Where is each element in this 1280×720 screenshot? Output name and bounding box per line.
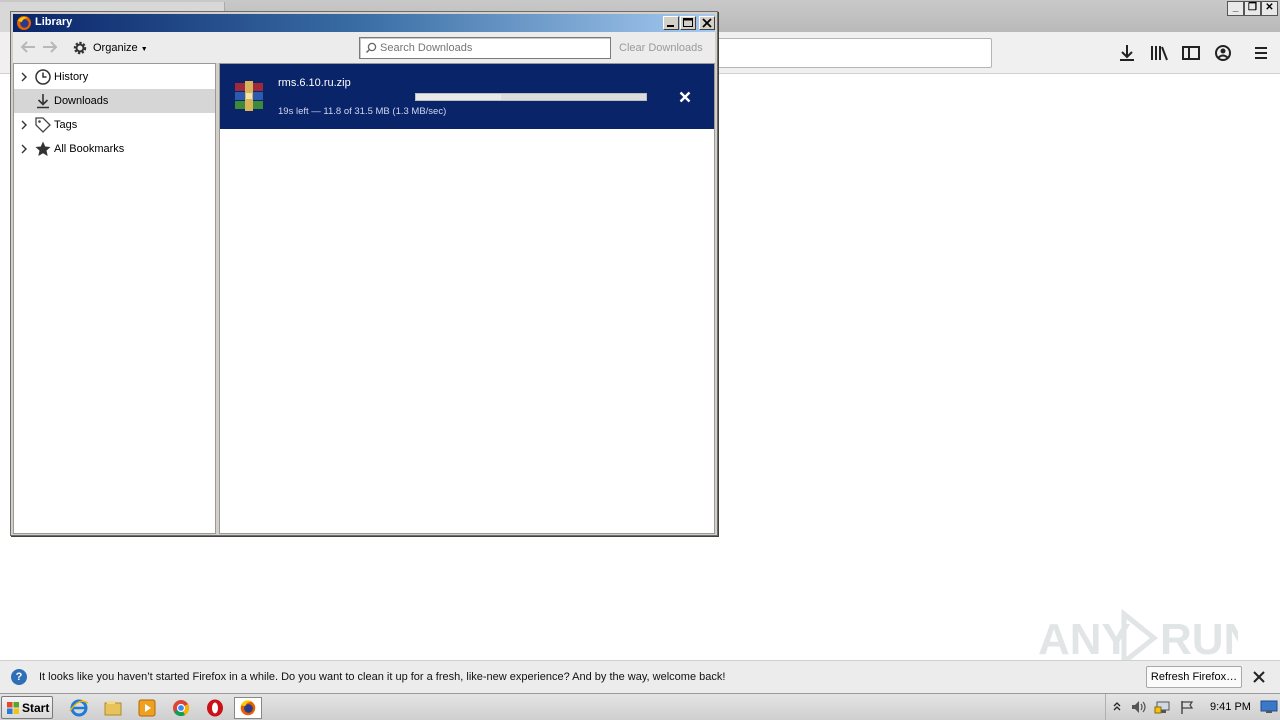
firefox-taskbar-icon (240, 700, 256, 716)
library-maximize-button[interactable] (680, 16, 696, 30)
close-icon[interactable] (1251, 669, 1267, 685)
action-center-flag-icon[interactable] (1178, 699, 1196, 715)
cancel-download-icon[interactable] (678, 90, 692, 104)
clear-downloads-button[interactable]: Clear Downloads (619, 42, 703, 54)
library-title: Library (35, 16, 73, 28)
firefox-close-button[interactable]: ✕ (1261, 1, 1278, 16)
library-close-button[interactable] (699, 16, 715, 30)
start-button[interactable]: Start (1, 696, 53, 719)
svg-text:RUN: RUN (1160, 615, 1238, 664)
internet-explorer-icon[interactable] (68, 697, 90, 719)
archive-file-icon (235, 81, 263, 111)
search-downloads-input[interactable] (380, 40, 605, 56)
expand-twisty-icon[interactable] (20, 72, 28, 82)
download-progress-bar (415, 93, 647, 101)
search-downloads-field[interactable] (359, 37, 611, 59)
notification-message: It looks like you haven’t started Firefo… (39, 671, 726, 683)
account-icon[interactable] (1212, 42, 1234, 64)
file-explorer-icon[interactable] (102, 697, 124, 719)
media-player-icon[interactable] (136, 697, 158, 719)
organize-label: Organize (93, 42, 138, 54)
download-icon (37, 94, 49, 109)
download-filename: rms.6.10.ru.zip (278, 77, 351, 89)
sidebar-item-tags[interactable]: Tags (14, 113, 215, 137)
start-label: Start (22, 701, 50, 715)
sidebar-item-label: All Bookmarks (54, 143, 125, 155)
sidebar-item-label: Tags (54, 119, 78, 131)
expand-twisty-icon[interactable] (20, 120, 28, 130)
downloads-list: rms.6.10.ru.zip 19s left — 11.8 of 31.5 … (219, 63, 715, 534)
firefox-minimize-button[interactable]: _ (1227, 1, 1244, 16)
library-window: Library Organize ▼ Search Downloads Clea… (10, 11, 718, 536)
opera-icon[interactable] (204, 697, 226, 719)
download-item[interactable]: rms.6.10.ru.zip 19s left — 11.8 of 31.5 … (220, 64, 714, 129)
library-minimize-button[interactable] (663, 16, 679, 30)
chrome-icon[interactable] (170, 697, 192, 719)
svg-text:ANY: ANY (1038, 615, 1131, 664)
show-desktop-icon[interactable] (1260, 700, 1278, 714)
hamburger-menu-icon[interactable] (1250, 42, 1272, 64)
info-icon: ? (11, 669, 27, 685)
library-sidebar-tree: History Downloads Tags All Bookmarks (13, 63, 216, 534)
network-icon[interactable] (1154, 699, 1172, 715)
system-tray: 9:41 PM (1105, 694, 1280, 720)
sidebar-toggle-icon[interactable] (1180, 42, 1202, 64)
library-titlebar[interactable]: Library (13, 14, 715, 32)
show-hidden-icons-icon[interactable] (1112, 700, 1122, 712)
gear-icon (73, 41, 87, 55)
downloads-toolbar-icon[interactable] (1116, 42, 1138, 64)
sidebar-item-label: Downloads (54, 95, 109, 107)
volume-icon[interactable] (1130, 699, 1148, 715)
taskbar-firefox-button[interactable] (234, 697, 262, 719)
sidebar-item-label: History (54, 71, 89, 83)
tag-icon (35, 117, 51, 133)
chevron-down-icon: ▼ (140, 46, 148, 53)
refresh-firefox-button[interactable]: Refresh Firefox… (1146, 666, 1242, 688)
notification-bar: ? It looks like you haven’t started Fire… (0, 660, 1280, 693)
library-toolbar: Organize ▼ Clear Downloads (13, 32, 715, 63)
sidebar-item-history[interactable]: History (14, 65, 215, 89)
expand-twisty-icon[interactable] (20, 144, 28, 154)
clock-icon (35, 69, 51, 85)
firefox-restore-button[interactable]: ❐ (1244, 1, 1261, 16)
star-icon (35, 141, 51, 156)
windows-taskbar: Start 9:41 PM (0, 693, 1280, 720)
sidebar-item-all-bookmarks[interactable]: All Bookmarks (14, 137, 215, 161)
back-arrow-icon[interactable] (19, 39, 37, 55)
search-icon (365, 42, 377, 54)
firefox-url-bar[interactable] (700, 38, 992, 68)
taskbar-clock[interactable]: 9:41 PM (1210, 701, 1251, 713)
sidebar-item-downloads[interactable]: Downloads (14, 89, 215, 113)
firefox-logo-icon (17, 16, 31, 30)
download-progress-fill (416, 94, 502, 100)
windows-logo-icon (7, 702, 19, 714)
library-toolbar-icon[interactable] (1148, 42, 1170, 64)
forward-arrow-icon[interactable] (41, 39, 59, 55)
download-status: 19s left — 11.8 of 31.5 MB (1.3 MB/sec) (278, 106, 447, 117)
